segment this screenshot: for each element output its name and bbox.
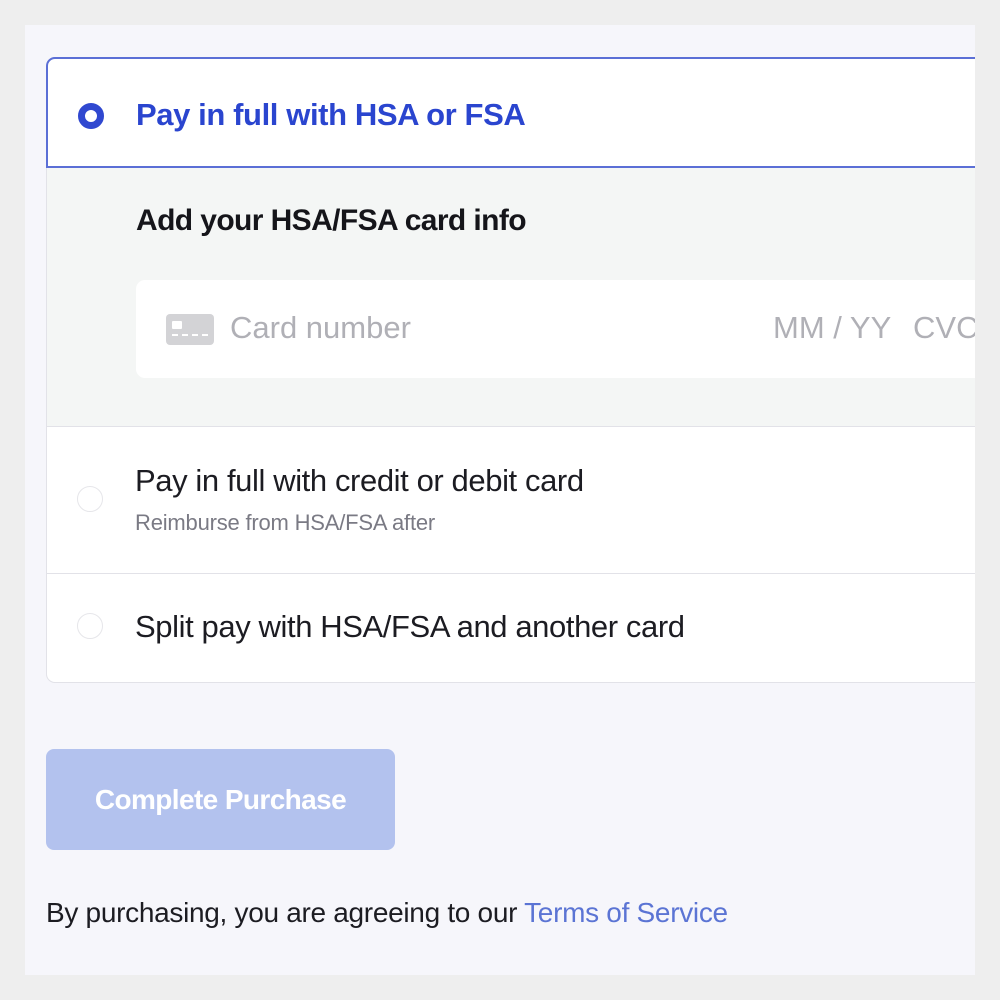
radio-credit-full[interactable] [77,486,103,512]
option-hsa-full[interactable]: Pay in full with HSA or FSA [46,57,975,168]
radio-hsa-full[interactable] [78,103,104,129]
terms-of-service-link[interactable]: Terms of Service [524,897,728,928]
card-cvc-placeholder[interactable]: CVC [913,310,975,346]
option-credit-full-sublabel: Reimburse from HSA/FSA after [135,510,436,535]
option-split-pay[interactable]: Split pay with HSA/FSA and another card [47,574,975,682]
option-hsa-full-label: Pay in full with HSA or FSA [136,97,526,132]
credit-card-icon [166,314,214,345]
hsa-card-panel: Add your HSA/FSA card info Card number M… [47,168,975,427]
option-credit-full[interactable]: Pay in full with credit or debit card Re… [47,427,975,573]
card-number-placeholder[interactable]: Card number [230,310,411,346]
checkout-page: Pay in full with HSA or FSA Add your HSA… [25,25,975,975]
terms-notice: By purchasing, you are agreeing to our T… [46,897,728,929]
option-split-pay-label: Split pay with HSA/FSA and another card [135,609,685,644]
terms-prefix: By purchasing, you are agreeing to our [46,897,525,928]
radio-split-pay[interactable] [77,613,103,639]
card-input-field[interactable]: Card number MM / YY CVC [136,280,975,378]
payment-options-card: Pay in full with HSA or FSA Add your HSA… [46,57,975,683]
card-panel-heading: Add your HSA/FSA card info [136,204,527,237]
card-expiry-placeholder[interactable]: MM / YY [773,310,891,346]
complete-purchase-button[interactable]: Complete Purchase [46,749,395,850]
option-credit-full-label: Pay in full with credit or debit card [135,463,584,498]
